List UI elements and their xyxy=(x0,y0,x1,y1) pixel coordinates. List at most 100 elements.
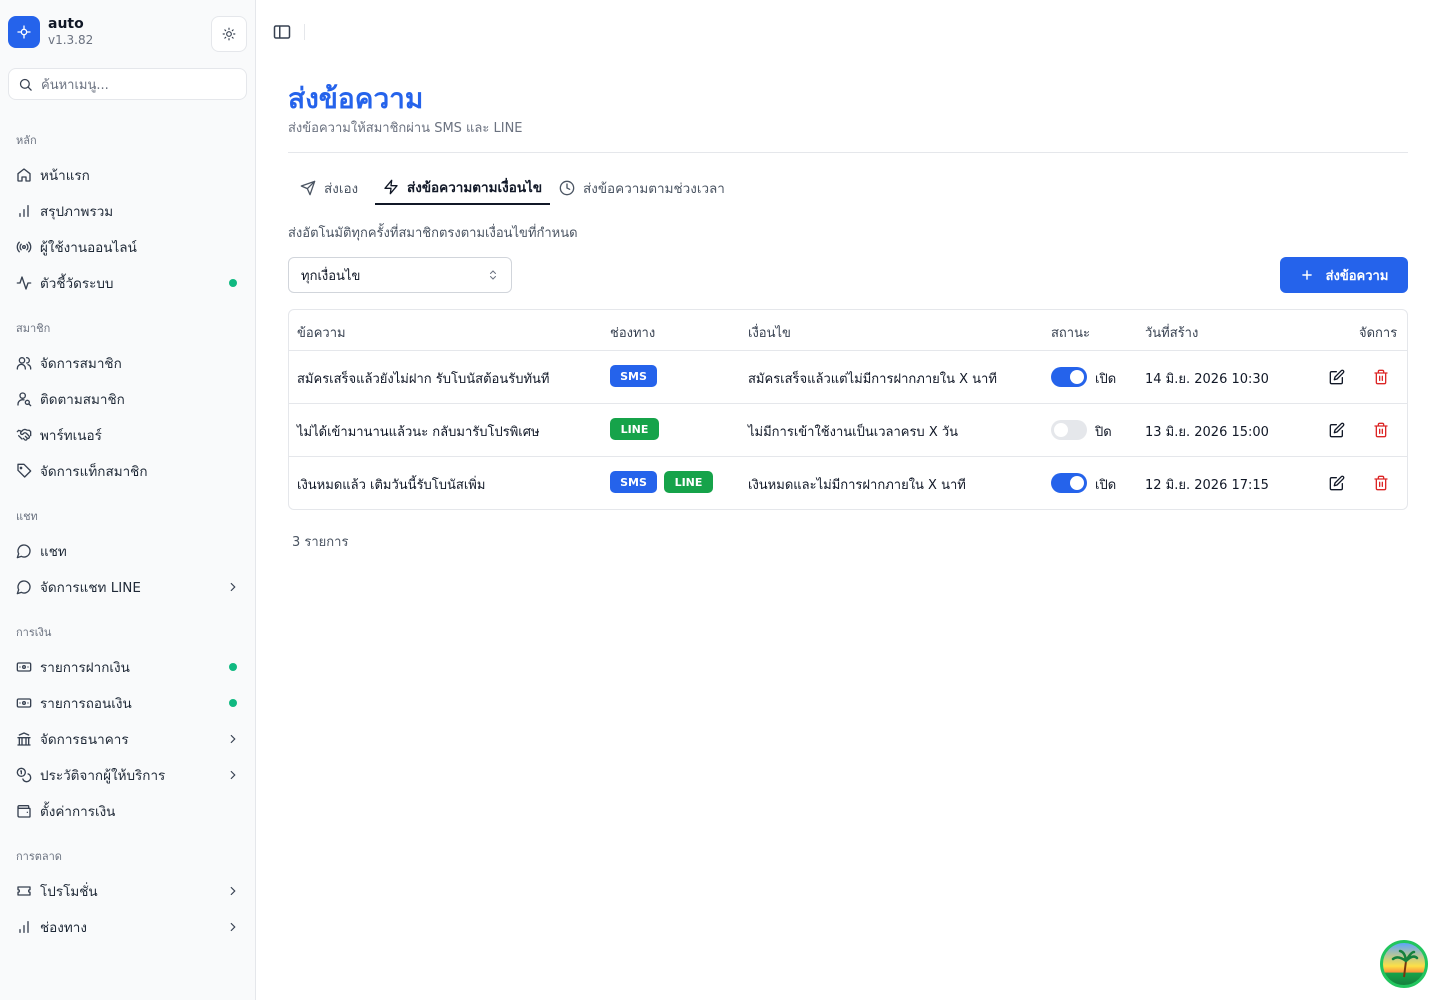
table-header: ข้อความ ช่องทาง เงื่อนไข สถานะ วันที่สร้… xyxy=(289,310,1407,351)
sidebar-item-provider-history[interactable]: ประวัติจากผู้ให้บริการ xyxy=(16,761,240,789)
edit-button[interactable] xyxy=(1328,474,1346,492)
brand[interactable]: auto v1.3.82 xyxy=(8,16,93,48)
ticket-icon xyxy=(17,886,31,896)
radio-icon xyxy=(16,241,32,253)
table-row: เงินหมดแล้ว เติมวันนี้รับโบนัสเพิ่ม SMS … xyxy=(289,457,1407,509)
tag-icon xyxy=(17,463,32,478)
sidebar-item-line-chat[interactable]: จัดการแชท LINE xyxy=(16,573,240,601)
floating-avatar-button[interactable] xyxy=(1380,940,1428,988)
plus-icon xyxy=(1301,270,1312,280)
status-label: ปิด xyxy=(1095,425,1112,440)
column-condition: เงื่อนไข xyxy=(748,326,791,341)
nav-group-chat: แชท xyxy=(16,510,38,523)
send-message-button[interactable]: ส่งข้อความ xyxy=(1280,257,1408,293)
sidebar-item-withdrawals[interactable]: รายการถอนเงิน xyxy=(16,689,240,717)
sidebar-item-label: พาร์ทเนอร์ xyxy=(40,428,102,444)
sidebar-item-promotions[interactable]: โปรโมชั่น xyxy=(16,877,240,905)
bank-icon xyxy=(17,732,31,746)
column-channel: ช่องทาง xyxy=(610,326,656,341)
status-toggle[interactable] xyxy=(1051,367,1087,387)
nav-group-finance: การเงิน xyxy=(16,626,52,639)
theme-toggle-button[interactable] xyxy=(211,16,247,52)
condition-text: สมัครเสร็จแล้วแต่ไม่มีการฝากภายใน X นาที xyxy=(748,372,997,387)
trash-icon xyxy=(1374,369,1388,385)
channel-badge-line: LINE xyxy=(664,471,713,493)
handshake-icon xyxy=(16,428,32,441)
panel-left-icon xyxy=(273,25,291,39)
created-date: 13 มิ.ย. 2026 15:00 xyxy=(1145,425,1269,440)
nav-group-members: สมาชิก xyxy=(16,322,51,335)
sidebar-item-track-members[interactable]: ติดตามสมาชิก xyxy=(16,385,240,413)
sidebar-item-deposits[interactable]: รายการฝากเงิน xyxy=(16,653,240,681)
delete-button[interactable] xyxy=(1372,368,1390,386)
condition-filter-value: ทุกเงื่อนไข xyxy=(301,268,361,284)
channel-badge-sms: SMS xyxy=(610,365,657,387)
trash-icon xyxy=(1374,422,1388,438)
trash-icon xyxy=(1374,475,1388,491)
message-circle-icon xyxy=(16,544,31,559)
sidebar-item-chat[interactable]: แชท xyxy=(16,537,240,565)
channel-badge-sms: SMS xyxy=(610,471,657,493)
tab-scheduled-send[interactable]: ส่งข้อความตามช่วงเวลา xyxy=(559,170,725,205)
topbar-divider xyxy=(304,24,305,40)
bar-chart-icon xyxy=(19,921,29,933)
status-toggle[interactable] xyxy=(1051,420,1087,440)
sidebar-item-label: สรุปภาพรวม xyxy=(40,204,114,220)
user-search-icon xyxy=(17,392,32,407)
banknote-out-icon xyxy=(16,698,32,708)
status-toggle[interactable] xyxy=(1051,473,1087,493)
sidebar-toggle-button[interactable] xyxy=(272,23,292,41)
sidebar-item-label: จัดการแชท LINE xyxy=(40,580,141,596)
condition-text: ไม่มีการเข้าใช้งานเป็นเวลาครบ X วัน xyxy=(748,425,959,440)
sidebar-item-home[interactable]: หน้าแรก xyxy=(16,161,240,189)
search-input[interactable]: ค้นหาเมนู... xyxy=(8,68,247,100)
bar-chart-icon xyxy=(19,205,29,217)
edit-button[interactable] xyxy=(1328,421,1346,439)
sidebar-item-label: ตั้งค่าการเงิน xyxy=(40,804,116,820)
sidebar-item-label: รายการถอนเงิน xyxy=(40,696,132,712)
sidebar: auto v1.3.82 ค้นหาเมนู... หลัก หน้าแรก ส… xyxy=(0,0,256,1000)
chevron-right-icon xyxy=(230,582,236,592)
header-divider xyxy=(288,152,1408,153)
channel-badge-line: LINE xyxy=(610,418,659,440)
search-icon xyxy=(19,78,32,91)
edit-button[interactable] xyxy=(1328,368,1346,386)
tab-label: ส่งเอง xyxy=(324,180,359,197)
delete-button[interactable] xyxy=(1372,474,1390,492)
sidebar-item-label: หน้าแรก xyxy=(40,168,90,184)
sidebar-item-label: จัดการสมาชิก xyxy=(40,356,122,372)
tab-conditional-send[interactable]: ส่งข้อความตามเงื่อนไข xyxy=(375,170,551,205)
sidebar-item-banks[interactable]: จัดการธนาคาร xyxy=(16,725,240,753)
chevron-right-icon xyxy=(230,886,236,896)
tab-label: ส่งข้อความตามเงื่อนไข xyxy=(407,179,543,196)
nav-group-main: หลัก xyxy=(16,134,37,147)
row-count: 3 รายการ xyxy=(292,535,349,550)
chevron-right-icon xyxy=(230,770,236,780)
sidebar-item-online-users[interactable]: ผู้ใช้งานออนไลน์ xyxy=(16,233,240,261)
tab-manual-send[interactable]: ส่งเอง xyxy=(300,170,358,205)
message-circle-icon xyxy=(16,580,31,595)
app-root: auto v1.3.82 ค้นหาเมนู... หลัก หน้าแรก ส… xyxy=(0,0,1440,1000)
sidebar-item-finance-settings[interactable]: ตั้งค่าการเงิน xyxy=(16,797,240,825)
delete-button[interactable] xyxy=(1372,421,1390,439)
zap-icon xyxy=(384,179,398,194)
sidebar-item-label: โปรโมชั่น xyxy=(40,884,98,900)
sidebar-item-label: ผู้ใช้งานออนไลน์ xyxy=(40,240,137,256)
created-date: 14 มิ.ย. 2026 10:30 xyxy=(1145,372,1269,387)
app-name: auto xyxy=(48,16,84,32)
sidebar-item-channels[interactable]: ช่องทาง xyxy=(16,913,240,941)
chevron-right-icon xyxy=(230,922,236,932)
message-text: เงินหมดแล้ว เติมวันนี้รับโบนัสเพิ่ม xyxy=(297,478,486,493)
banknote-in-icon xyxy=(16,662,32,672)
sidebar-item-partners[interactable]: พาร์ทเนอร์ xyxy=(16,421,240,449)
sidebar-item-label: ติดตามสมาชิก xyxy=(40,392,125,408)
sidebar-item-label: แชท xyxy=(40,544,67,560)
column-status: สถานะ xyxy=(1051,326,1090,341)
sidebar-item-label: จัดการแท็กสมาชิก xyxy=(40,464,148,480)
sidebar-item-manage-members[interactable]: จัดการสมาชิก xyxy=(16,349,240,377)
home-icon xyxy=(17,168,31,182)
sidebar-item-member-tags[interactable]: จัดการแท็กสมาชิก xyxy=(16,457,240,485)
sidebar-item-overview[interactable]: สรุปภาพรวม xyxy=(16,197,240,225)
condition-filter-select[interactable]: ทุกเงื่อนไข xyxy=(288,257,512,293)
sidebar-item-system-metrics[interactable]: ตัวชี้วัดระบบ xyxy=(16,269,240,297)
